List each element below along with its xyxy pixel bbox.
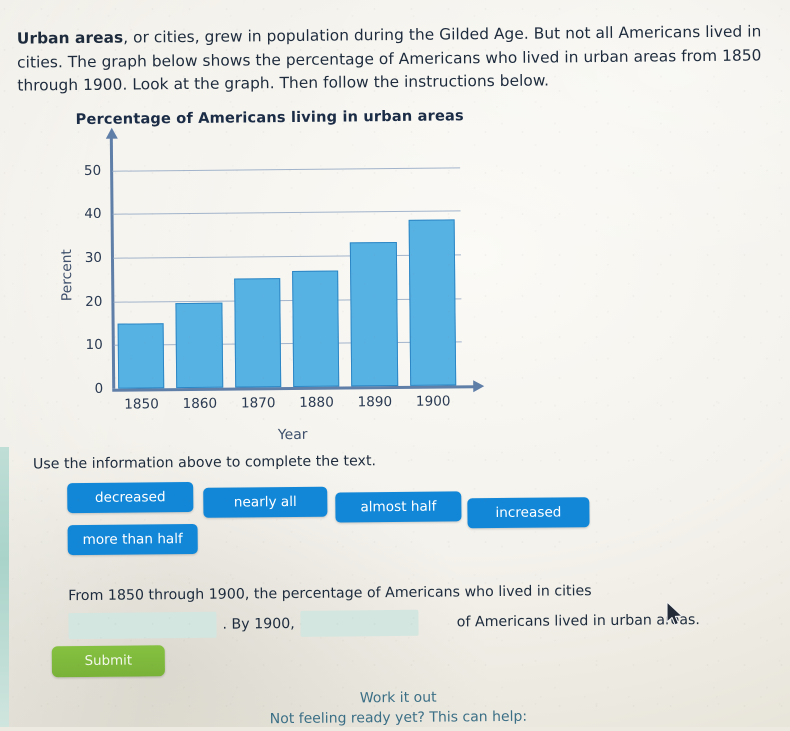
x-axis-arrow-icon — [473, 380, 485, 393]
option-chip-nearly-all[interactable]: nearly all — [203, 486, 328, 518]
sentence-line-2: . By 1900, of Americans lived in urban ar… — [68, 605, 700, 641]
bar-1870 — [233, 278, 282, 388]
option-chip-increased[interactable]: increased — [467, 497, 590, 529]
x-tick-label: 1860 — [182, 395, 218, 413]
y-tick-label: 20 — [85, 293, 103, 310]
answer-options-group: decreased nearly all almost half increased m… — [67, 478, 627, 556]
gridline — [112, 210, 461, 216]
y-tick-label: 10 — [85, 337, 103, 354]
x-axis-tick-labels: 1850 1860 1870 1880 1890 1900 — [110, 145, 460, 412]
device-bezel-edge — [0, 447, 9, 727]
intro-body-text: , or cities, grew in population during t… — [17, 22, 762, 95]
x-tick-label: 1870 — [240, 395, 276, 412]
x-tick-label: 1880 — [299, 394, 334, 411]
y-axis-tick-labels: 0 10 20 30 40 50 — [84, 145, 460, 397]
work-it-out-footer: Work it out Not feeling ready yet? This … — [3, 686, 790, 730]
option-chip-more-than-half[interactable]: more than half — [67, 523, 198, 556]
fill-in-the-blank-sentence: From 1850 through 1900, the percentage o… — [68, 575, 700, 641]
y-tick-label: 50 — [83, 162, 102, 179]
x-axis-title: Year — [277, 426, 308, 444]
task-instruction: Use the information above to complete th… — [32, 453, 377, 473]
bar-1890 — [349, 241, 399, 387]
y-axis-title: Percent — [58, 249, 76, 302]
arrow-pointer-icon — [665, 601, 685, 631]
intro-paragraph: Urban areas, or cities, grew in populati… — [17, 20, 770, 98]
chart-bars — [110, 145, 460, 389]
blank-field-2[interactable] — [300, 609, 419, 637]
blank-field-1[interactable] — [68, 611, 217, 640]
gridline — [112, 167, 461, 172]
bar-1850 — [117, 322, 165, 389]
y-tick-label: 0 — [94, 380, 104, 397]
x-tick-label: 1900 — [415, 393, 451, 410]
x-tick-label: 1890 — [357, 394, 393, 411]
intro-bold-term: Urban areas — [16, 28, 124, 48]
option-chip-almost-half[interactable]: almost half — [335, 491, 462, 523]
option-chip-decreased[interactable]: decreased — [67, 481, 194, 514]
bar-chart: Percentage of Americans living in urban … — [58, 107, 491, 446]
chart-plot-area: 0 10 20 30 40 50 Percent 1850 1860 1870 1880 1890… — [59, 127, 485, 443]
bar-1900 — [408, 219, 457, 386]
chart-gridlines — [110, 145, 462, 347]
x-tick-label: 1850 — [124, 396, 159, 413]
y-axis-line — [109, 136, 115, 389]
y-tick-label: 40 — [84, 206, 102, 223]
sentence-connector: . By 1900, — [222, 615, 295, 633]
chart-title: Percentage of Americans living in urban … — [75, 107, 464, 129]
y-tick-label: 30 — [84, 249, 103, 267]
y-axis-arrow-icon — [105, 127, 118, 139]
bar-1860 — [175, 302, 224, 389]
footer-title: Work it out — [359, 689, 437, 707]
sentence-tail: of Americans lived in urban areas. — [456, 612, 700, 631]
bar-1880 — [291, 270, 340, 387]
submit-button[interactable]: Submit — [51, 645, 165, 678]
